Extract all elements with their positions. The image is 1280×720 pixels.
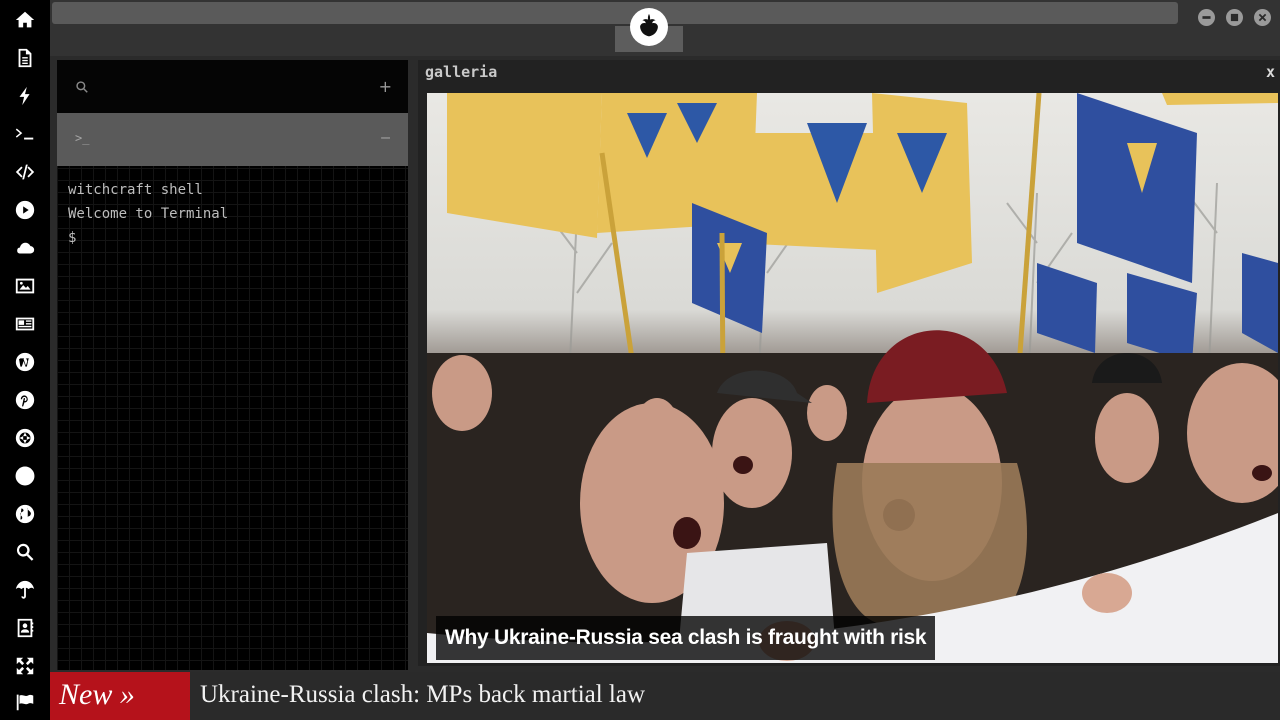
newspaper-icon[interactable] <box>13 312 37 336</box>
terminal-icon[interactable] <box>13 122 37 146</box>
earth-icon[interactable] <box>13 502 37 526</box>
cloud-icon[interactable] <box>13 236 37 260</box>
search-icon[interactable] <box>13 540 37 564</box>
ticker-label[interactable]: New » <box>50 672 190 720</box>
photo-caption[interactable]: Why Ukraine-Russia sea clash is fraught … <box>436 616 936 660</box>
galleria-close-button[interactable]: x <box>1266 63 1275 81</box>
rebel-alliance-icon[interactable] <box>630 8 668 46</box>
contact-icon[interactable] <box>13 616 37 640</box>
umbrella-icon[interactable] <box>13 578 37 602</box>
home-icon[interactable] <box>13 8 37 32</box>
news-photo[interactable]: Why Ukraine-Russia sea clash is fraught … <box>427 93 1278 663</box>
terminal-output[interactable]: witchcraft shell Welcome to Terminal $ <box>68 178 228 250</box>
wordpress-icon[interactable] <box>13 350 37 374</box>
top-bar <box>50 0 1280 56</box>
galleria-panel: galleria x Why Ukraine-Russia sea clash … <box>418 60 1280 666</box>
address-bar[interactable] <box>52 2 1178 24</box>
collapse-terminal-button[interactable]: – <box>381 129 390 147</box>
flag-icon[interactable] <box>13 690 37 714</box>
terminal-line: witchcraft shell <box>68 182 203 198</box>
globe-wire-icon[interactable] <box>13 464 37 488</box>
news-ticker: New » Ukraine-Russia clash: MPs back mar… <box>50 672 1280 720</box>
search-icon <box>76 81 88 93</box>
galleria-title: galleria <box>425 63 498 81</box>
minimize-button[interactable] <box>1198 9 1215 26</box>
terminal-tab[interactable]: >_ – <box>57 113 408 166</box>
pinterest-icon[interactable] <box>13 388 37 412</box>
code-icon[interactable] <box>13 160 37 184</box>
terminal-line: Welcome to Terminal <box>68 206 229 222</box>
terminal-prompt-icon: >_ <box>75 131 90 145</box>
aperture-icon[interactable] <box>13 426 37 450</box>
expand-icon[interactable] <box>13 654 37 678</box>
image-icon[interactable] <box>13 274 37 298</box>
add-terminal-button[interactable]: + <box>379 77 392 96</box>
maximize-button[interactable] <box>1226 9 1243 26</box>
close-button[interactable] <box>1254 9 1271 26</box>
terminal-panel: + >_ – witchcraft shell Welcome to Termi… <box>57 60 408 670</box>
terminal-search-bar[interactable]: + <box>57 60 408 113</box>
terminal-prompt: $ <box>68 230 77 246</box>
app-sidebar <box>0 0 50 720</box>
document-icon[interactable] <box>13 46 37 70</box>
ticker-headline[interactable]: Ukraine-Russia clash: MPs back martial l… <box>200 672 645 720</box>
play-icon[interactable] <box>13 198 37 222</box>
lightning-icon[interactable] <box>13 84 37 108</box>
